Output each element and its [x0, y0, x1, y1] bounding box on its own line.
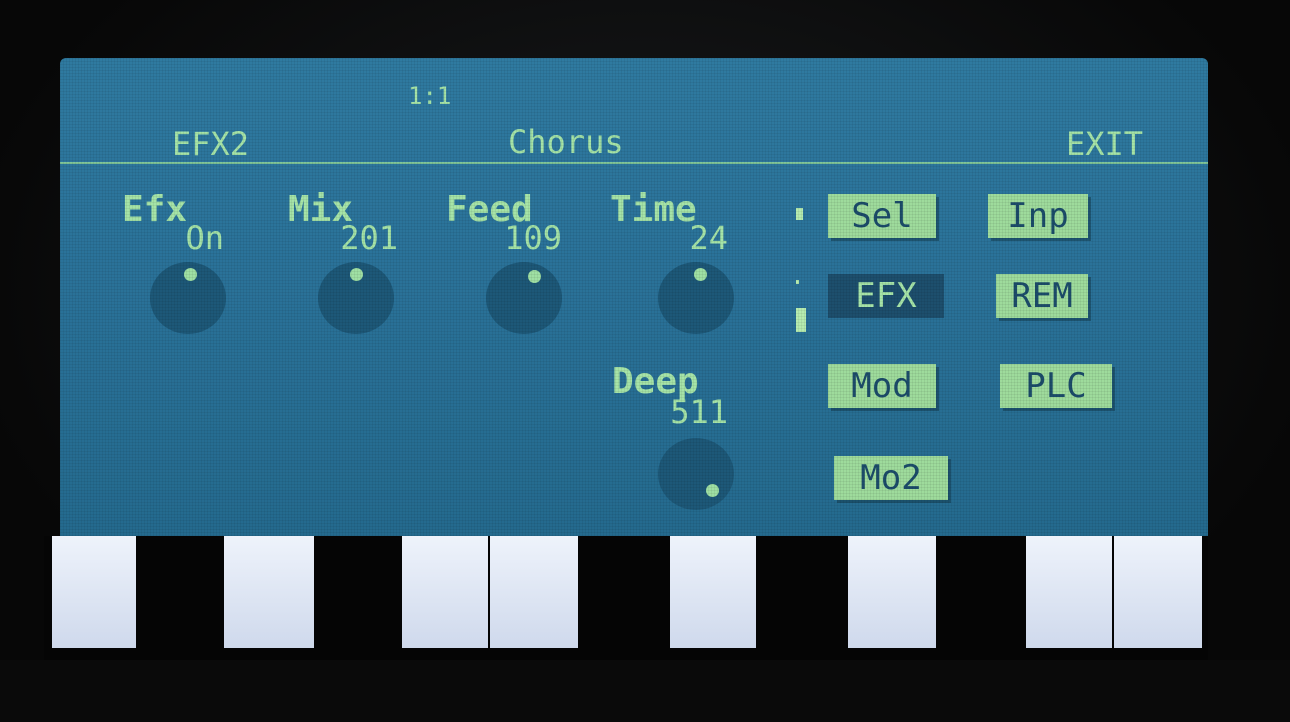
- mo2-button[interactable]: Mo2: [834, 456, 948, 500]
- knob[interactable]: [658, 438, 734, 510]
- header-divider: [60, 162, 1208, 164]
- efx-button[interactable]: EFX: [828, 274, 944, 318]
- scroll-indicator-tick: [796, 280, 799, 284]
- param-value: 24: [689, 219, 728, 257]
- plc-button[interactable]: PLC: [1000, 364, 1112, 408]
- knob[interactable]: [318, 262, 394, 334]
- knob-indicator: [349, 267, 363, 281]
- efx-slot-label[interactable]: EFX2: [172, 128, 249, 160]
- param-value: 201: [340, 219, 398, 257]
- key[interactable]: [1026, 536, 1112, 648]
- rem-button[interactable]: REM: [996, 274, 1088, 318]
- sel-button[interactable]: Sel: [828, 194, 936, 238]
- knob-indicator: [528, 270, 542, 284]
- knob-indicator: [706, 484, 720, 498]
- key[interactable]: [670, 536, 756, 648]
- knob-indicator: [184, 267, 198, 281]
- exit-button[interactable]: EXIT: [1066, 128, 1143, 160]
- key[interactable]: [490, 536, 578, 648]
- keyboard-strip: [44, 536, 1208, 660]
- page-title: Chorus: [508, 123, 624, 161]
- param-value: 109: [504, 219, 562, 257]
- mod-button[interactable]: Mod: [828, 364, 936, 408]
- param-value: On: [185, 219, 224, 257]
- scroll-indicator: [796, 308, 806, 332]
- knob[interactable]: [486, 262, 562, 334]
- knob[interactable]: [658, 262, 734, 334]
- inp-button[interactable]: Inp: [988, 194, 1088, 238]
- knob-indicator: [693, 267, 707, 281]
- key[interactable]: [402, 536, 488, 648]
- device-bottom: [0, 660, 1290, 722]
- key[interactable]: [1114, 536, 1202, 648]
- row-indicator: [796, 208, 803, 220]
- key[interactable]: [224, 536, 314, 648]
- key[interactable]: [848, 536, 936, 648]
- pattern-position: 1:1: [408, 82, 452, 110]
- knob[interactable]: [150, 262, 226, 334]
- key[interactable]: [52, 536, 136, 648]
- param-value: 511: [670, 393, 728, 431]
- lcd-screen: 1:1 EFX2 Chorus EXIT Efx On Mix 201 Feed…: [60, 58, 1208, 536]
